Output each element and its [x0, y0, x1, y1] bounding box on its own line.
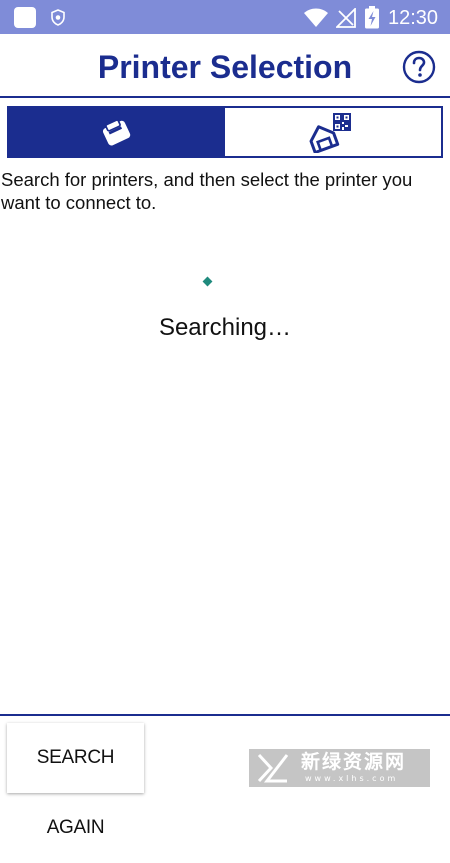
app-header: Printer Selection: [0, 34, 450, 96]
watermark: 新绿资源网 www.xlhs.com: [249, 749, 430, 787]
printer-cube-icon: [102, 119, 131, 146]
watermark-text: 新绿资源网: [301, 751, 407, 773]
shield-icon: [51, 9, 65, 26]
help-circle-icon[interactable]: [402, 50, 436, 84]
watermark-url: www.xlhs.com: [305, 774, 399, 783]
app-square-icon: [14, 7, 36, 28]
tab-qr-code[interactable]: [225, 108, 441, 156]
instruction-text: Search for printers, and then select the…: [1, 169, 413, 213]
signal-icon: [336, 8, 356, 28]
search-again-button[interactable]: SEARCH AGAIN: [7, 723, 144, 838]
tab-printer-search[interactable]: [9, 108, 225, 156]
header-divider: [0, 96, 450, 98]
qr-house-icon: [309, 113, 351, 153]
connection-type-tabs: [7, 106, 443, 158]
status-bar: 12:30: [0, 0, 450, 34]
page-title: Printer Selection: [97, 49, 353, 85]
clock: 12:30: [388, 7, 439, 29]
searching-status: Searching…: [158, 314, 292, 341]
footer-divider: [0, 714, 450, 716]
battery-charging-icon: [365, 6, 379, 29]
loading-spinner: [202, 276, 213, 287]
watermark-logo-icon: [257, 753, 289, 783]
wifi-icon: [304, 8, 328, 27]
